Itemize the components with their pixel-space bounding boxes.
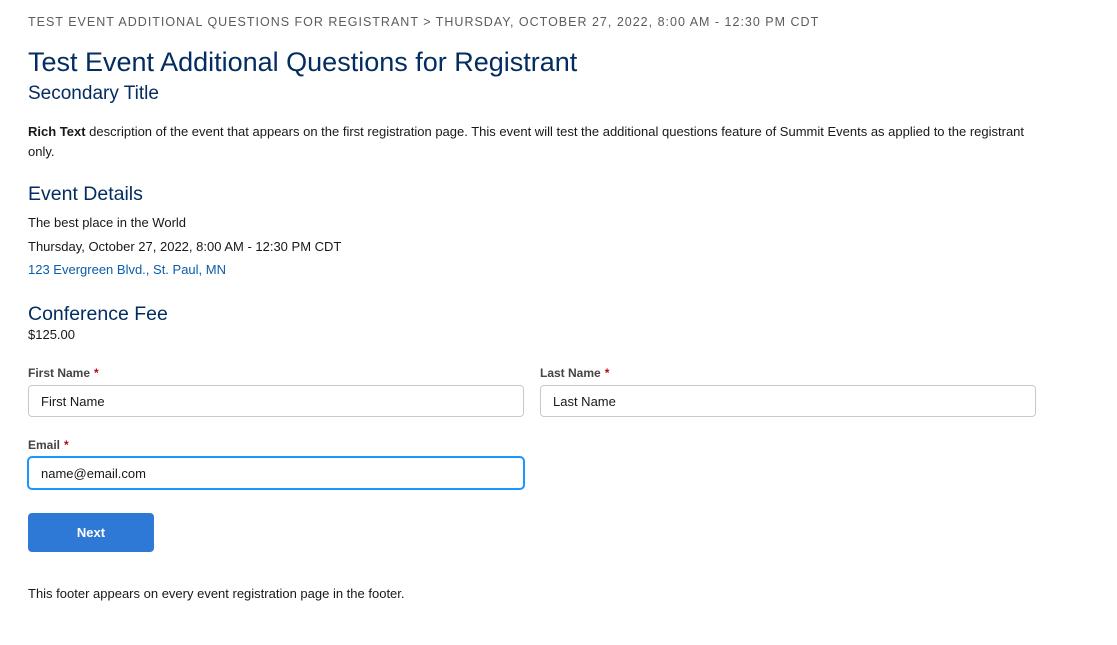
required-marker: * bbox=[604, 366, 610, 380]
event-details-heading: Event Details bbox=[28, 183, 143, 205]
description-bold-text: Rich Text bbox=[28, 124, 86, 139]
required-marker: * bbox=[64, 438, 69, 452]
next-button[interactable]: Next bbox=[28, 513, 154, 552]
last-name-input[interactable] bbox=[540, 385, 1036, 417]
last-name-field: Last Name * bbox=[540, 365, 1036, 417]
email-label-text: Email bbox=[28, 438, 61, 452]
event-description: Rich Text description of the event that … bbox=[28, 122, 1028, 162]
last-name-label: Last Name * bbox=[540, 365, 1036, 381]
event-date: Thursday, October 27, 2022, 8:00 AM - 12… bbox=[28, 239, 342, 254]
page-subtitle: Secondary Title bbox=[28, 83, 159, 104]
required-marker: * bbox=[94, 366, 99, 380]
first-name-label: First Name * bbox=[28, 365, 524, 381]
footer-text: This footer appears on every event regis… bbox=[28, 586, 405, 601]
description-text: description of the event that appears on… bbox=[28, 124, 1025, 159]
page-title: Test Event Additional Questions for Regi… bbox=[28, 47, 578, 77]
first-name-label-text: First Name bbox=[28, 366, 91, 380]
first-name-input[interactable] bbox=[28, 385, 524, 417]
first-name-field: First Name * bbox=[28, 365, 524, 417]
conference-fee-amount: $125.00 bbox=[28, 327, 75, 342]
conference-fee-heading: Conference Fee bbox=[28, 303, 168, 325]
breadcrumb: TEST EVENT ADDITIONAL QUESTIONS FOR REGI… bbox=[28, 15, 820, 29]
last-name-label-text: Last Name bbox=[540, 366, 601, 380]
email-input[interactable] bbox=[28, 457, 524, 489]
email-field: Email * bbox=[28, 437, 524, 489]
event-address-link[interactable]: 123 Evergreen Blvd., St. Paul, MN bbox=[28, 262, 226, 277]
event-location: The best place in the World bbox=[28, 215, 187, 230]
email-label: Email * bbox=[28, 437, 524, 453]
